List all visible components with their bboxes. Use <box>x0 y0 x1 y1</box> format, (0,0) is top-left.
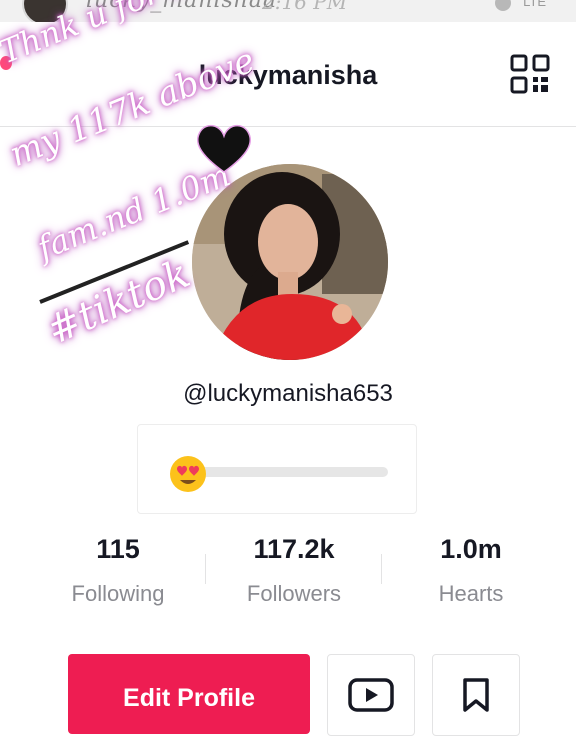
stat-following[interactable]: 115 Following <box>56 534 180 607</box>
youtube-button[interactable] <box>327 654 415 736</box>
followers-label: Followers <box>246 581 342 606</box>
bio-card[interactable] <box>137 424 417 514</box>
edit-profile-button[interactable]: Edit Profile <box>68 654 310 734</box>
status-indicators: LTE <box>495 0 546 11</box>
hearts-label: Hearts <box>438 581 504 606</box>
status-time: 2:16 PM <box>262 0 348 14</box>
bookmark-button[interactable] <box>432 654 520 736</box>
stat-followers[interactable]: 117.2k Followers <box>232 534 356 607</box>
youtube-icon <box>348 678 394 712</box>
network-label: LTE <box>523 0 546 9</box>
notification-dot-icon <box>495 0 512 11</box>
stat-hearts[interactable]: 1.0m Hearts <box>416 534 526 607</box>
overlay-underline <box>39 240 190 304</box>
following-count: 115 <box>96 534 140 564</box>
black-heart-icon <box>196 124 252 173</box>
following-label: Following <box>71 581 165 606</box>
stat-divider <box>381 554 382 584</box>
profile-avatar[interactable] <box>192 164 388 360</box>
story-avatar <box>22 0 68 22</box>
status-bar: lucky_manishaa 2:16 PM LTE <box>0 0 576 22</box>
qr-code-button[interactable] <box>510 54 550 94</box>
emoji-slider-track <box>178 467 388 477</box>
bookmark-icon <box>463 678 489 712</box>
heart-eyes-emoji-icon <box>170 456 206 492</box>
profile-photo <box>192 164 388 360</box>
profile-header: luckymanisha <box>0 22 576 127</box>
overlay-line-4: #tiktok <box>40 250 197 355</box>
qr-code-icon <box>510 54 550 94</box>
hearts-count: 1.0m <box>440 534 502 564</box>
page-title: luckymanisha <box>198 60 378 90</box>
story-handle: lucky_manishaa <box>86 0 278 13</box>
followers-count: 117.2k <box>253 534 335 564</box>
profile-handle: @luckymanisha653 <box>183 380 393 407</box>
stat-divider <box>205 554 206 584</box>
